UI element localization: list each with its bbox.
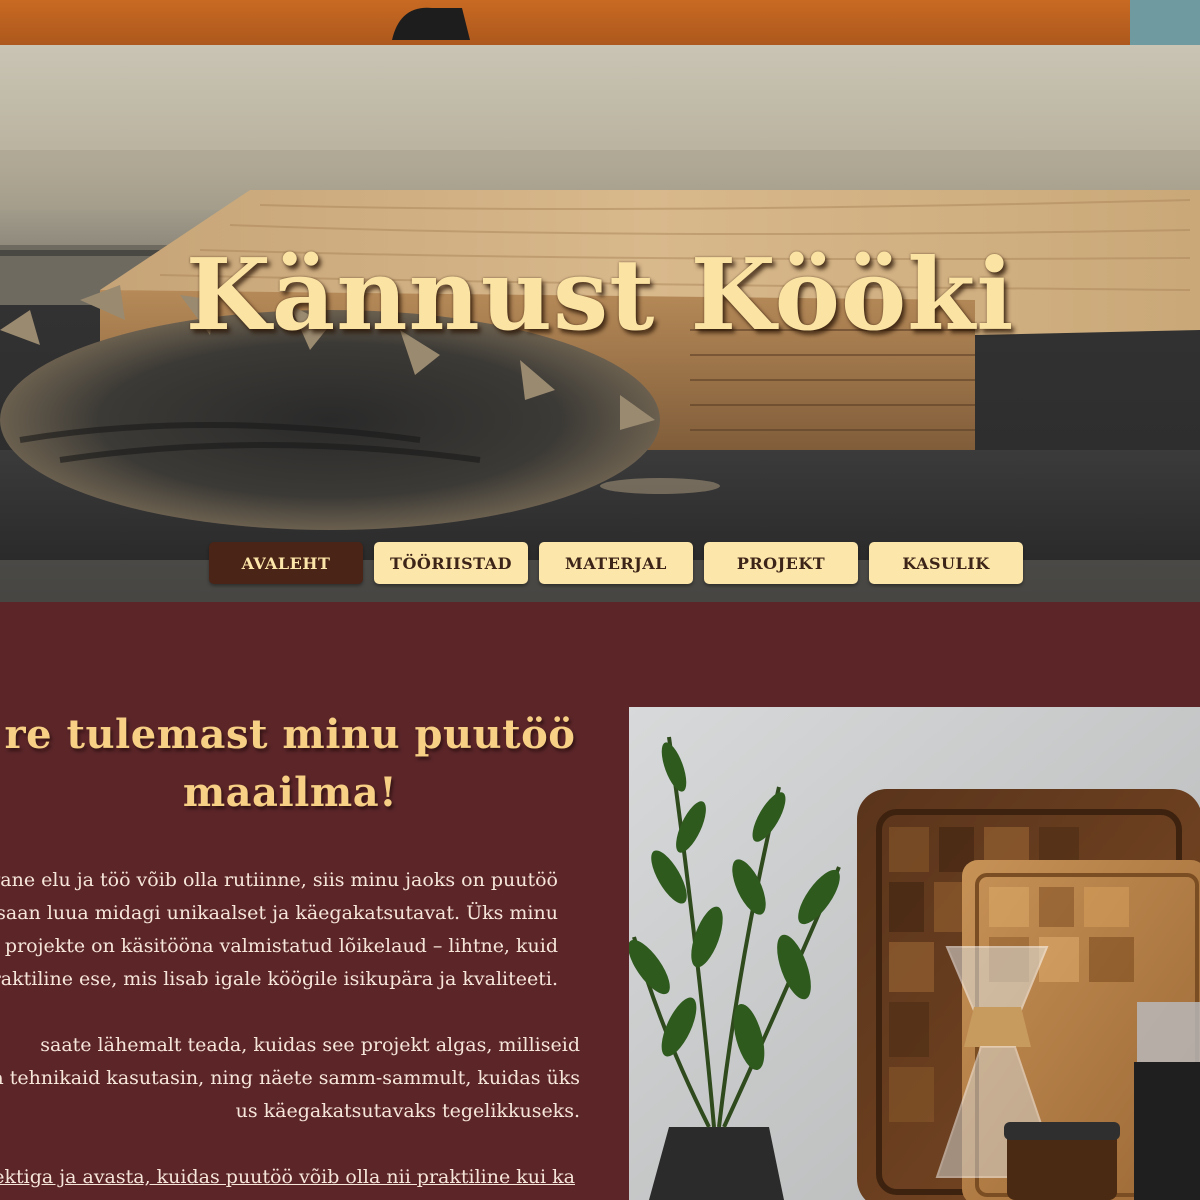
intro-paragraph-1: evane elu ja töö võib olla rutiinne, sii… <box>0 864 558 996</box>
cutting-board-photo <box>629 707 1200 1200</box>
nav-item-kasulik[interactable]: KASULIK <box>869 542 1023 584</box>
nav-item-projekt[interactable]: PROJEKT <box>704 542 858 584</box>
intro-paragraph-2: saate lähemalt teada, kuidas see projekt… <box>0 1029 580 1128</box>
main-navigation: AVALEHT TÖÖRIISTAD MATERJAL PROJEKT KASU… <box>209 542 1023 584</box>
text-line: evane elu ja töö võib olla rutiinne, sii… <box>0 869 558 891</box>
welcome-heading-line-2: maailma! <box>182 769 398 816</box>
text-line: ja tehnikaid kasutasin, ning näete samm-… <box>0 1067 580 1089</box>
text-line[interactable]: jektiga ja avasta, kuidas puutöö võib ol… <box>0 1166 575 1188</box>
text-line: us käegakatsutavaks tegelikkuseks. <box>235 1100 580 1122</box>
welcome-heading-line-1: re tulemast minu puutöö <box>4 711 576 758</box>
text-line: saan luua midagi unikaalset ja käegakats… <box>0 902 558 924</box>
nav-item-tooriistad[interactable]: TÖÖRIISTAD <box>374 542 528 584</box>
welcome-heading: re tulemast minu puutöö maailma! <box>0 706 720 822</box>
nav-item-avaleht[interactable]: AVALEHT <box>209 542 363 584</box>
cutting-board-image <box>629 707 1200 1200</box>
site-title: Kännust Kööki <box>185 238 1015 353</box>
intro-link-paragraph[interactable]: jektiga ja avasta, kuidas puutöö võib ol… <box>0 1161 575 1194</box>
text-line: projekte on käsitööna valmistatud lõikel… <box>4 935 558 957</box>
text-line: saate lähemalt teada, kuidas see projekt… <box>40 1034 580 1056</box>
text-line: praktiline ese, mis lisab igale köögile … <box>0 968 558 990</box>
intro-text: evane elu ja töö võib olla rutiinne, sii… <box>0 864 600 1194</box>
nav-item-materjal[interactable]: MATERJAL <box>539 542 693 584</box>
hero-banner: Kännust Kööki AVALEHT TÖÖRIISTAD MATERJA… <box>0 0 1200 602</box>
